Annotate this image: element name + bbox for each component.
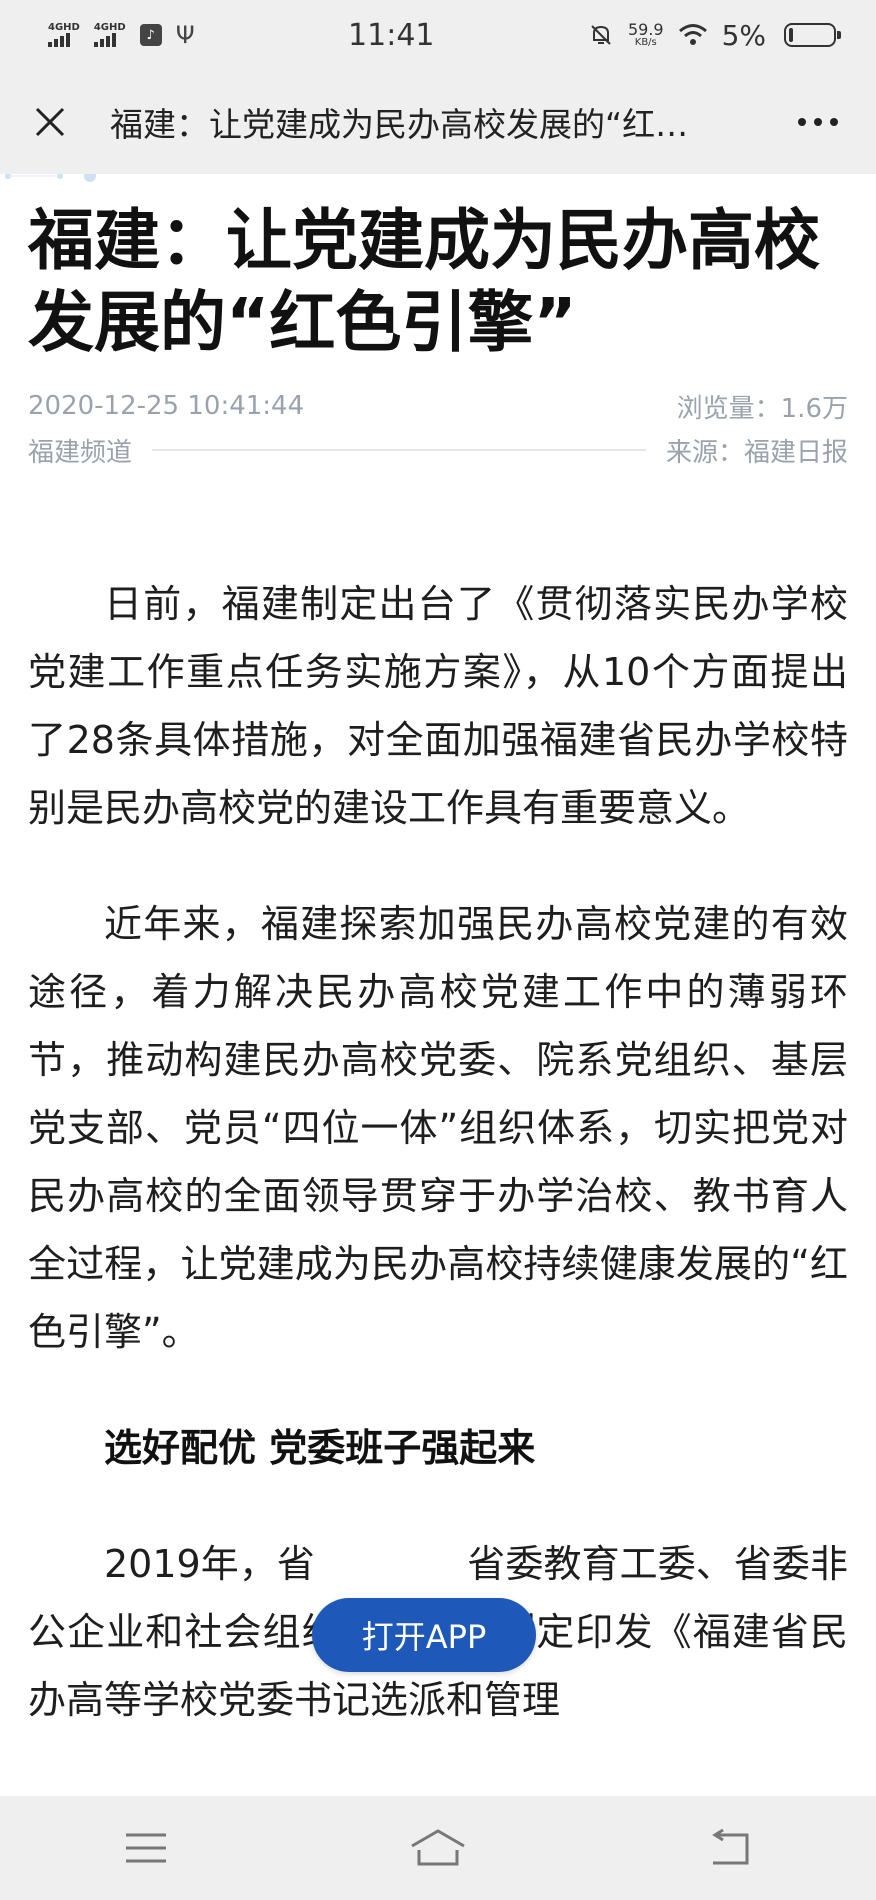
meta-row-source: 福建频道 来源：福建日报 (28, 430, 848, 470)
article: 福建：让党建成为民办高校发展的“红色引擎” 2020-12-25 10:41:4… (28, 200, 848, 1782)
close-icon (35, 107, 65, 137)
article-datetime: 2020-12-25 10:41:44 (28, 391, 305, 421)
article-views: 浏览量：1.6万 (676, 393, 848, 424)
article-source: 来源：福建日报 (665, 437, 848, 468)
status-right: 59.9 KB/s 5% (588, 18, 841, 52)
status-left: 4GHD 4GHD ♪ Ψ (48, 21, 195, 49)
open-app-button[interactable]: 打开APP (312, 1598, 536, 1672)
article-headline: 福建：让党建成为民办高校发展的“红色引擎” (28, 202, 820, 361)
home-button[interactable] (398, 1818, 478, 1878)
net-speed: 59.9 KB/s (627, 20, 664, 48)
sim1-label: 4GHD (48, 22, 80, 33)
paragraph-2: 近年来，福建探索加强民办高校党建的有效途径，着力解决民办高校党建工作中的薄弱环节… (28, 902, 848, 1354)
section-subhead: 选好配优 党委班子强起来 (104, 1426, 536, 1470)
more-button[interactable] (788, 100, 848, 144)
back-icon (712, 1829, 749, 1865)
mute-icon (591, 25, 611, 45)
article-channel[interactable]: 福建频道 (28, 432, 132, 469)
back-button[interactable] (690, 1818, 770, 1878)
menu-button[interactable] (106, 1818, 186, 1878)
signal-icon-sim2: 4GHD (93, 22, 126, 47)
sim2-label: 4GHD (93, 22, 126, 33)
status-time: 11:41 (348, 17, 435, 53)
wifi-icon (678, 24, 707, 45)
status-bar: 4GHD 4GHD ♪ Ψ 11:41 59.9 KB/s 5% (0, 0, 876, 70)
meta-divider (152, 449, 646, 451)
nav-title: 福建：让党建成为民办高校发展的“红… (110, 105, 689, 144)
usb-icon: Ψ (175, 21, 195, 49)
decorative-dots (5, 174, 96, 182)
app-notification-icon: ♪ (139, 24, 162, 46)
close-button[interactable] (28, 100, 72, 144)
system-nav-bar (0, 1796, 876, 1900)
banner-strip (0, 174, 876, 188)
home-icon (411, 1829, 465, 1866)
article-body: 日前，福建制定出台了《贯彻落实民办学校党建工作重点任务实施方案》，从10个方面提… (28, 570, 848, 1734)
battery-percent: 5% (721, 18, 766, 52)
nav-bar: 福建：让党建成为民办高校发展的“红… (0, 70, 876, 174)
battery-icon (784, 23, 841, 47)
paragraph-1: 日前，福建制定出台了《贯彻落实民办学校党建工作重点任务实施方案》，从10个方面提… (28, 582, 848, 830)
menu-icon (126, 1833, 166, 1863)
signal-icon-sim1: 4GHD (48, 23, 80, 47)
meta-row: 2020-12-25 10:41:44 浏览量：1.6万 (28, 386, 848, 426)
more-icon (798, 118, 838, 126)
